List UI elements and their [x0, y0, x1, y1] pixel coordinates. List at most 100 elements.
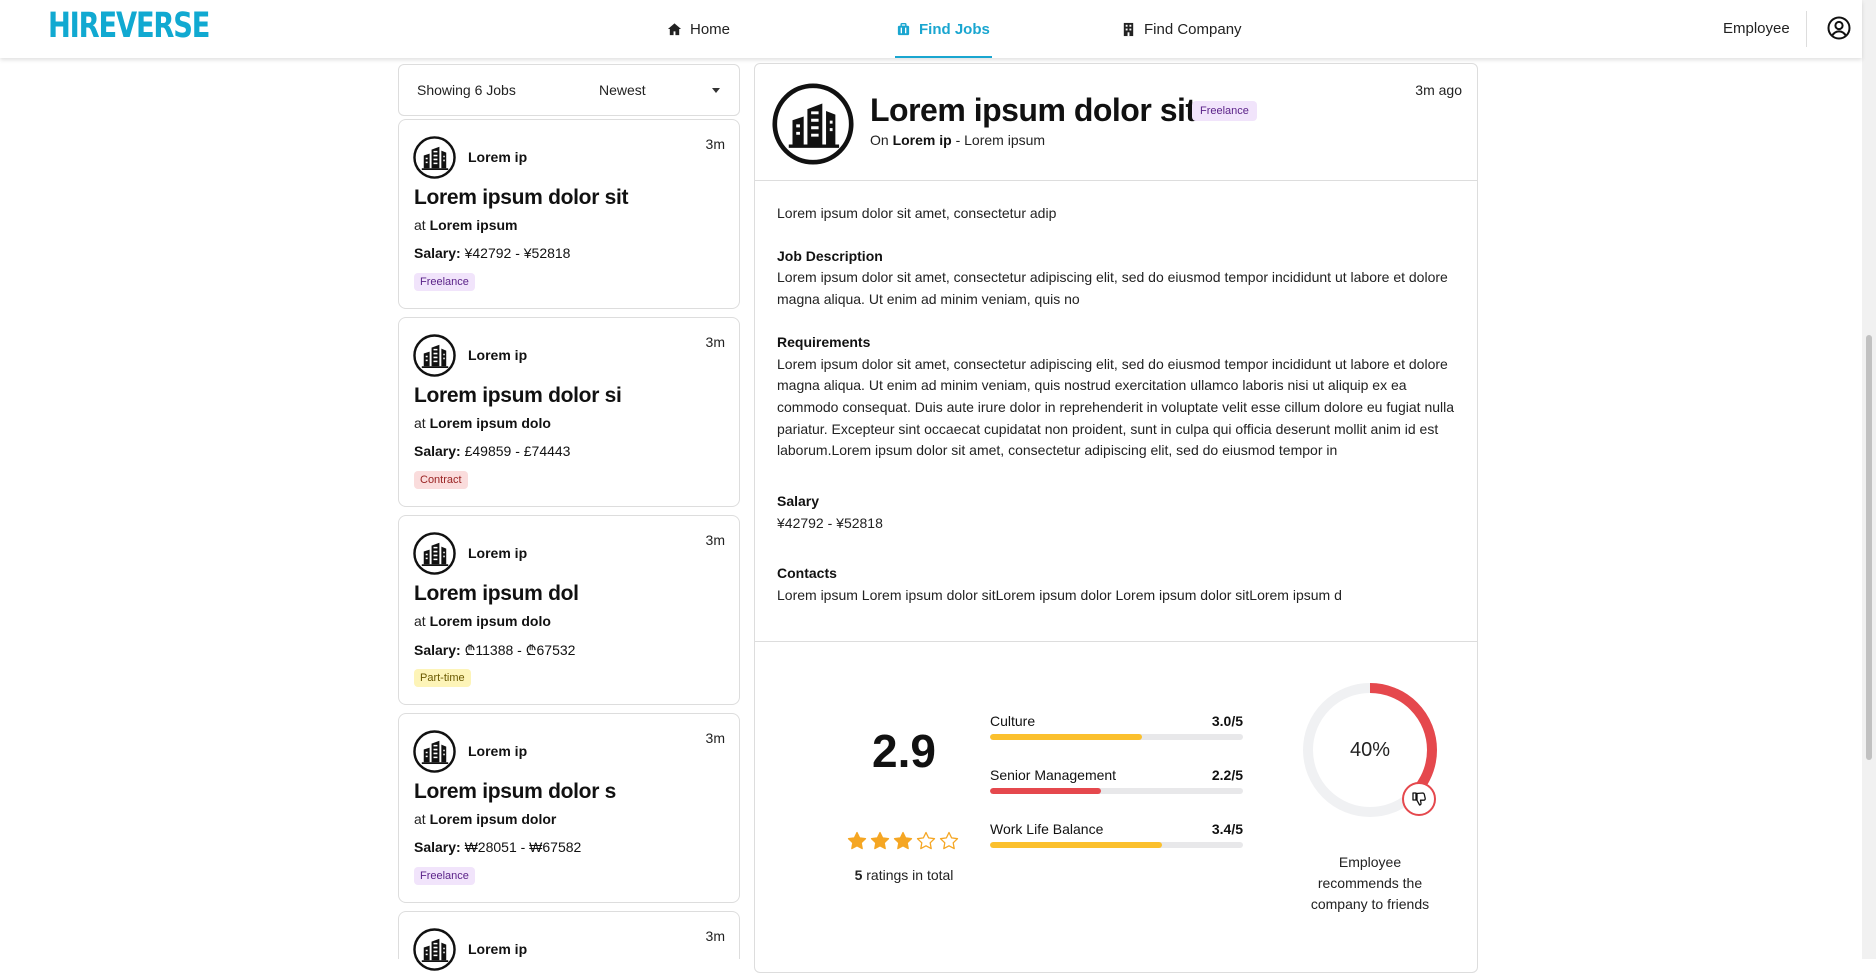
nav-find-jobs[interactable]: Find Jobs	[895, 0, 992, 58]
on-prefix: On	[870, 132, 889, 148]
card-job-title: Lorem ipsum dol	[414, 582, 579, 605]
nav-find-jobs-label: Find Jobs	[919, 20, 990, 38]
job-location: - Lorem ipsum	[955, 132, 1046, 148]
job-detail-panel: Lorem ipsum dolor sit Freelance On Lorem…	[754, 63, 1478, 973]
company-logo-icon	[413, 334, 456, 377]
briefcase-icon	[897, 22, 910, 35]
requirements-heading: Requirements	[777, 333, 871, 350]
star-filled-icon	[893, 831, 913, 850]
company-logo-icon	[413, 136, 456, 179]
card-salary-line: Salary: ¥42792 - ¥52818	[414, 245, 570, 261]
nav-divider	[1806, 11, 1807, 47]
card-job-title: Lorem ipsum dolor sit	[414, 186, 629, 209]
card-employer: Lorem ipsum dolo	[429, 415, 551, 431]
card-at-prefix: at	[414, 811, 426, 827]
card-job-type-badge: Contract	[414, 471, 468, 489]
star-empty-icon	[916, 831, 936, 850]
card-salary-label: Salary:	[414, 642, 461, 658]
page-scrollbar[interactable]	[1862, 0, 1876, 959]
salary-heading: Salary	[777, 493, 820, 510]
job-description-text: Lorem ipsum dolor sit amet, consectetur …	[777, 269, 1448, 308]
card-company-name: Lorem ip	[468, 347, 528, 363]
star-empty-icon	[939, 831, 959, 850]
nav-find-company[interactable]: Find Company	[1121, 0, 1242, 58]
job-card[interactable]: Lorem ip 3m Lorem ipsum dolor sit at Lor…	[398, 119, 740, 309]
section-divider	[755, 180, 1477, 181]
scrollbar-thumb[interactable]	[1866, 335, 1872, 760]
contacts-text: Lorem ipsum Lorem ipsum dolor sitLorem i…	[777, 587, 1342, 604]
card-job-type-badge: Freelance	[414, 867, 475, 885]
job-summary: Lorem ipsum dolor sit amet, consectetur …	[777, 205, 1057, 221]
card-salary: £49859 - £74443	[464, 443, 571, 459]
salary-text: ¥42792 - ¥52818	[777, 514, 883, 531]
rating-label: Work Life Balance	[990, 821, 1104, 837]
job-count: Showing 6 Jobs	[417, 82, 516, 98]
card-salary-line: Salary: ₾11388 - ₾67532	[414, 641, 575, 660]
card-job-type-badge: Freelance	[414, 273, 475, 291]
requirements-text: Lorem ipsum dolor sit amet, consectetur …	[777, 355, 1455, 459]
job-description-heading: Job Description	[777, 247, 883, 264]
overall-rating: 2.9	[872, 725, 936, 777]
top-navbar: HIREVERSE Home Find Jobs Find Company Em…	[0, 0, 1862, 58]
card-salary-label: Salary:	[414, 839, 461, 855]
role-label[interactable]: Employee	[1723, 20, 1790, 37]
card-job-type-badge: Part-time	[414, 669, 471, 687]
card-at-prefix: at	[414, 613, 426, 629]
recommend-thumb-badge	[1402, 782, 1436, 816]
building-icon	[1123, 22, 1134, 36]
job-card[interactable]: Lorem ip 3m Lorem ipsum dolor si at Lore…	[398, 317, 740, 507]
rating-bar	[990, 788, 1243, 794]
contacts-heading: Contacts	[777, 565, 837, 582]
job-posted-time: 3m ago	[1415, 82, 1462, 98]
card-job-title: Lorem ipsum dolor si	[414, 384, 622, 407]
sort-select[interactable]: Newest	[599, 82, 646, 98]
thumbs-down-icon	[1412, 792, 1426, 806]
nav-find-company-label: Find Company	[1144, 20, 1242, 38]
rating-label: Culture	[990, 713, 1036, 729]
card-salary: ₾11388 - ₾67532	[464, 642, 576, 658]
star-filled-icon	[847, 831, 867, 850]
card-employer-line: at Lorem ipsum dolor	[414, 811, 556, 827]
job-card[interactable]: Lorem ip 3m	[398, 911, 740, 971]
job-card[interactable]: Lorem ip 3m Lorem ipsum dolor s at Lorem…	[398, 713, 740, 903]
company-logo-icon	[413, 928, 456, 971]
card-posted-time: 3m	[705, 532, 725, 548]
rating-bar-fill	[990, 788, 1102, 794]
company-logo-icon	[413, 730, 456, 773]
recommend-percent: 40%	[1349, 739, 1391, 761]
card-employer-line: at Lorem ipsum	[414, 217, 517, 233]
card-salary-line: Salary: ₩28051 - ₩67582	[414, 839, 581, 855]
card-job-title: Lorem ipsum dolor s	[414, 780, 616, 803]
job-title: Lorem ipsum dolor sit	[870, 92, 1196, 128]
rating-bar-fill	[990, 734, 1142, 740]
card-salary-label: Salary:	[414, 443, 461, 459]
job-company-line: On Lorem ip - Lorem ipsum	[870, 132, 1045, 148]
job-list-toolbar: Showing 6 Jobs Newest	[398, 64, 740, 116]
card-company-name: Lorem ip	[468, 149, 528, 165]
card-employer: Lorem ipsum dolor	[429, 811, 557, 827]
card-employer: Lorem ipsum dolo	[429, 613, 551, 629]
card-employer-line: at Lorem ipsum dolo	[414, 613, 551, 629]
company-logo-icon	[772, 83, 854, 165]
job-card[interactable]: Lorem ip 3m Lorem ipsum dol at Lorem ips…	[398, 515, 740, 705]
rating-bar	[990, 734, 1243, 740]
rating-bar	[990, 842, 1243, 848]
card-salary: ¥42792 - ¥52818	[464, 245, 571, 261]
rating-label: Senior Management	[990, 767, 1117, 783]
card-posted-time: 3m	[705, 928, 725, 944]
card-employer: Lorem ipsum	[429, 217, 518, 233]
card-at-prefix: at	[414, 217, 426, 233]
chevron-down-icon[interactable]	[712, 88, 720, 93]
app-logo[interactable]: HIREVERSE	[48, 6, 210, 46]
job-type-badge: Freelance	[1192, 101, 1257, 121]
job-company-link[interactable]: Lorem ip	[893, 132, 952, 148]
user-circle-icon[interactable]	[1827, 16, 1851, 40]
card-salary-line: Salary: £49859 - £74443	[414, 443, 570, 459]
star-filled-icon	[870, 831, 890, 850]
ratings-total-label: ratings in total	[866, 867, 954, 883]
star-rating	[847, 831, 959, 851]
card-salary: ₩28051 - ₩67582	[464, 839, 582, 855]
nav-home[interactable]: Home	[667, 0, 730, 58]
card-posted-time: 3m	[705, 334, 725, 350]
nav-home-label: Home	[690, 20, 731, 38]
